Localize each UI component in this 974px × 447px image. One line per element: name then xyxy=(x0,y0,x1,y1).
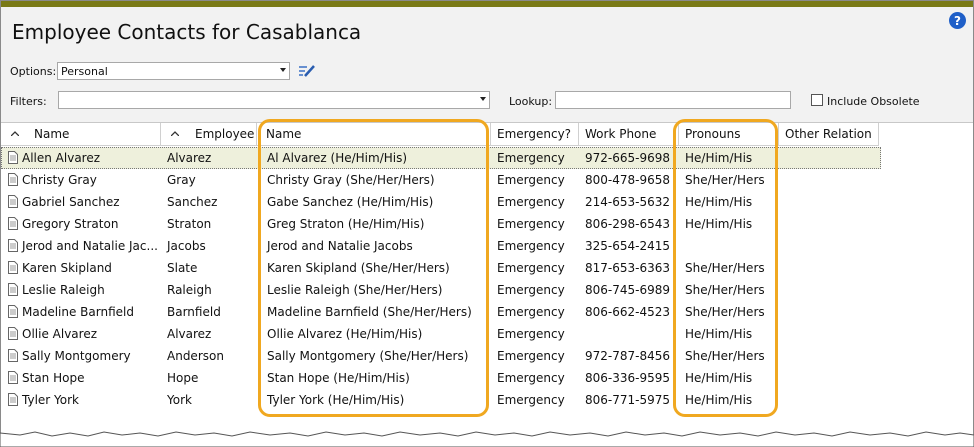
cell-employee: Gray xyxy=(167,173,196,187)
document-icon xyxy=(8,195,18,208)
cell-name: Gregory Straton xyxy=(22,217,119,231)
cell-work-phone: 972-665-9698 xyxy=(585,151,671,165)
page-title: Employee Contacts for Casablanca xyxy=(12,20,362,44)
cell-emergency: Emergency xyxy=(497,261,565,275)
contacts-window: ? Employee Contacts for Casablanca Optio… xyxy=(0,0,974,447)
torn-edge xyxy=(0,431,974,447)
document-icon xyxy=(8,371,18,384)
cell-emergency: Emergency xyxy=(497,393,565,407)
cell-work-phone: 214-653-5632 xyxy=(585,195,671,209)
cell-employee: Alvarez xyxy=(167,327,212,341)
column-header-label: Name xyxy=(34,127,70,141)
cell-name: Madeline Barnfield xyxy=(22,305,134,319)
document-icon xyxy=(8,349,18,362)
cell-work-phone: 806-662-4523 xyxy=(585,305,671,319)
column-header-employee[interactable]: Employee xyxy=(161,123,257,146)
column-header-label: Work Phone xyxy=(585,127,657,141)
cell-employee: Anderson xyxy=(167,349,224,363)
lookup-label: Lookup: xyxy=(509,95,553,108)
filters-select[interactable] xyxy=(58,91,490,109)
options-select[interactable]: Personal xyxy=(57,62,290,80)
cell-name: Tyler York xyxy=(22,393,79,407)
column-header-other-relation[interactable]: Other Relation xyxy=(779,123,879,146)
highlight-contact-name-column xyxy=(258,119,489,417)
cell-work-phone: 972-787-8456 xyxy=(585,349,671,363)
cell-name: Gabriel Sanchez xyxy=(22,195,120,209)
cell-emergency: Emergency xyxy=(497,305,565,319)
cell-employee: Hope xyxy=(167,371,199,385)
cell-name: Karen Skipland xyxy=(22,261,112,275)
document-icon xyxy=(8,283,18,296)
cell-name: Sally Montgomery xyxy=(22,349,131,363)
cell-work-phone: 325-654-2415 xyxy=(585,239,671,253)
cell-emergency: Emergency xyxy=(497,151,565,165)
cell-work-phone: 806-745-6989 xyxy=(585,283,671,297)
cell-work-phone: 806-336-9595 xyxy=(585,371,671,385)
column-header-label: Employee xyxy=(195,127,255,141)
cell-name: Jerod and Natalie Jac... xyxy=(22,239,158,253)
cell-emergency: Emergency xyxy=(497,349,565,363)
include-obsolete-label: Include Obsolete xyxy=(827,95,920,108)
cell-employee: Alvarez xyxy=(167,151,212,165)
column-header-label: Other Relation xyxy=(785,127,872,141)
cell-name: Leslie Raleigh xyxy=(22,283,105,297)
cell-name: Stan Hope xyxy=(22,371,85,385)
cell-emergency: Emergency xyxy=(497,217,565,231)
cell-employee: Jacobs xyxy=(167,239,206,253)
sort-asc-icon xyxy=(171,131,179,136)
cell-emergency: Emergency xyxy=(497,371,565,385)
cell-work-phone: 817-653-6363 xyxy=(585,261,671,275)
document-icon xyxy=(8,261,18,274)
document-icon xyxy=(8,173,18,186)
cell-work-phone: 806-298-6543 xyxy=(585,217,671,231)
help-icon[interactable]: ? xyxy=(949,12,966,29)
cell-name: Allen Alvarez xyxy=(22,151,101,165)
options-label: Options: xyxy=(10,65,57,78)
cell-emergency: Emergency xyxy=(497,327,565,341)
lookup-input[interactable] xyxy=(555,91,791,109)
cell-employee: Slate xyxy=(167,261,198,275)
edit-options-icon[interactable] xyxy=(298,63,316,79)
cell-employee: Barnfield xyxy=(167,305,221,319)
chevron-down-icon xyxy=(480,97,486,101)
cell-employee: Raleigh xyxy=(167,283,212,297)
cell-employee: Straton xyxy=(167,217,212,231)
column-header-label: Emergency? xyxy=(497,127,572,141)
document-icon xyxy=(8,393,18,406)
document-icon xyxy=(8,217,18,230)
options-value: Personal xyxy=(61,65,108,78)
cell-employee: Sanchez xyxy=(167,195,218,209)
document-icon xyxy=(8,151,18,164)
include-obsolete-checkbox[interactable] xyxy=(811,94,823,106)
window-top-bar xyxy=(1,1,973,7)
cell-emergency: Emergency xyxy=(497,283,565,297)
filters-label: Filters: xyxy=(10,95,47,108)
cell-emergency: Emergency xyxy=(497,195,565,209)
column-header-name[interactable]: Name xyxy=(1,123,161,146)
cell-name: Ollie Alvarez xyxy=(22,327,97,341)
cell-employee: York xyxy=(167,393,192,407)
cell-emergency: Emergency xyxy=(497,239,565,253)
cell-emergency: Emergency xyxy=(497,173,565,187)
document-icon xyxy=(8,327,18,340)
chevron-down-icon xyxy=(280,68,286,72)
column-header-work-phone[interactable]: Work Phone xyxy=(579,123,679,146)
column-header-emergency[interactable]: Emergency? xyxy=(491,123,579,146)
cell-work-phone: 800-478-9658 xyxy=(585,173,671,187)
document-icon xyxy=(8,305,18,318)
document-icon xyxy=(8,239,18,252)
cell-work-phone: 806-771-5975 xyxy=(585,393,671,407)
cell-name: Christy Gray xyxy=(22,173,97,187)
highlight-pronouns-column xyxy=(673,119,778,417)
sort-asc-icon xyxy=(11,131,19,136)
